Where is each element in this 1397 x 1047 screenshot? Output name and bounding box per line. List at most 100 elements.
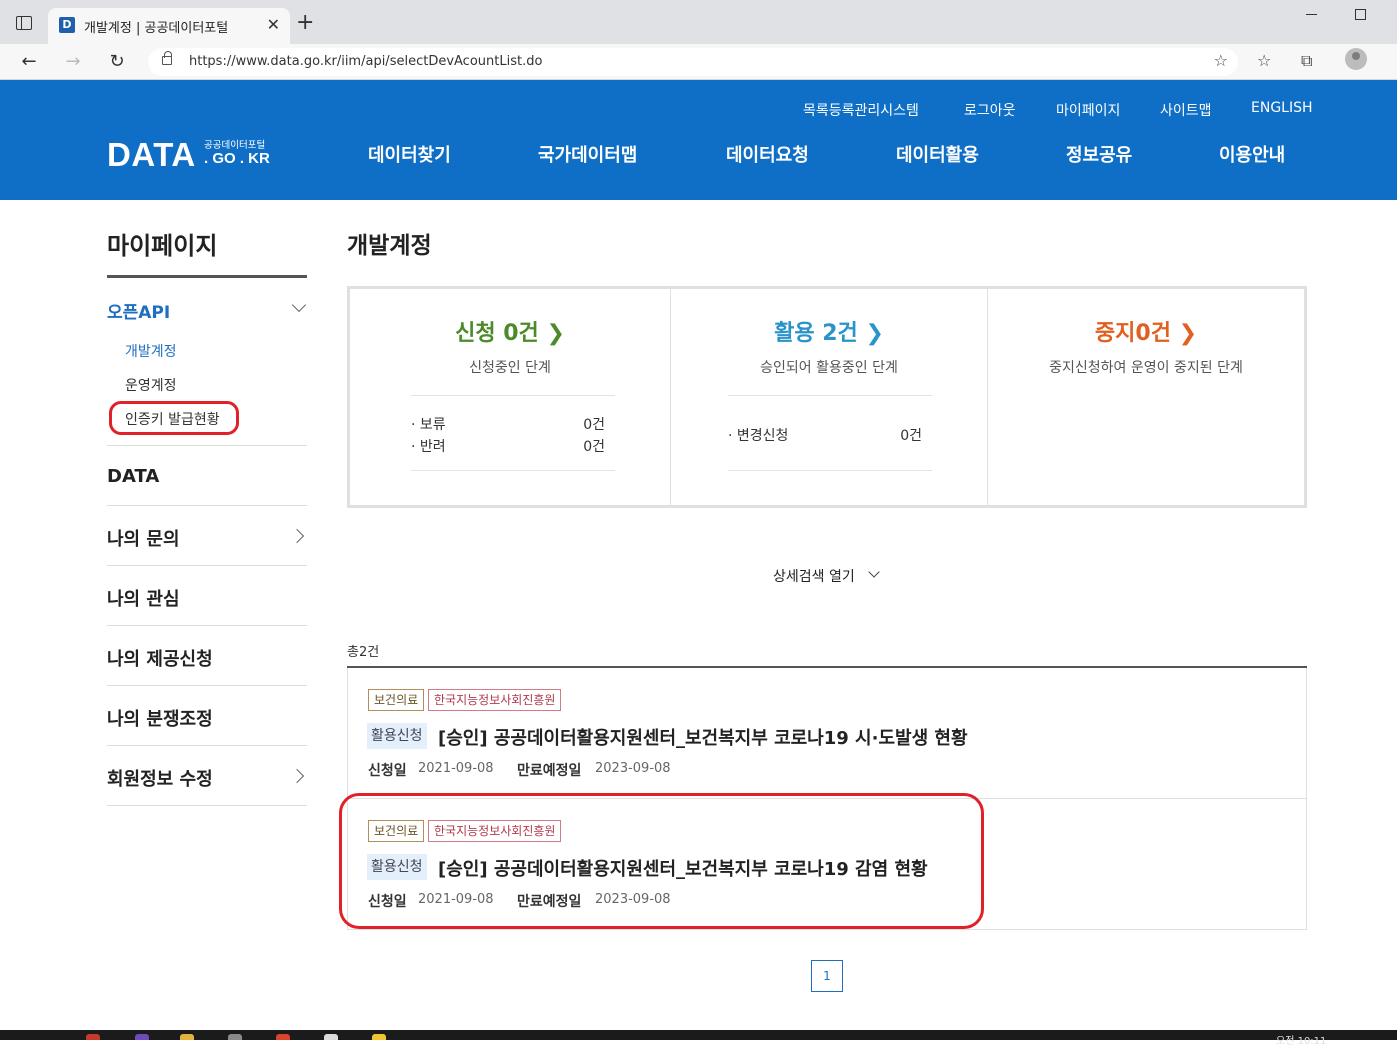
favicon-icon: D bbox=[59, 17, 75, 33]
chevron-right-icon[interactable] bbox=[289, 768, 305, 784]
new-tab-icon[interactable]: + bbox=[296, 10, 314, 36]
expire-date-label: 만료예정일 bbox=[517, 763, 582, 779]
taskbar-app-icon[interactable] bbox=[372, 1034, 386, 1040]
type-badge: 활용신청 bbox=[367, 723, 427, 749]
chevron-down-icon[interactable] bbox=[291, 297, 307, 313]
status-row-value: 0건 bbox=[900, 428, 922, 444]
taskbar-app-icon[interactable] bbox=[324, 1034, 338, 1040]
forward-icon[interactable]: → bbox=[59, 48, 87, 76]
gnb-data-request[interactable]: 데이터요청 bbox=[726, 141, 809, 167]
chevron-down-icon[interactable] bbox=[868, 566, 880, 578]
status-stop: 중지0건 ❯ 중지신청하여 운영이 중지된 단계 bbox=[988, 289, 1304, 505]
sidebar-divider bbox=[107, 565, 307, 566]
status-stop-label: 중지0건 bbox=[1094, 321, 1171, 346]
taskbar-app-icon[interactable] bbox=[180, 1034, 194, 1040]
sidebar-title: 마이페이지 bbox=[107, 232, 218, 260]
status-summary: 신청 0건 ❯ 신청중인 단계 · 보류 0건 · 반려 0건 활용 2건 ❯ … bbox=[347, 286, 1307, 508]
sidebar-divider bbox=[107, 505, 307, 506]
sidebar-divider bbox=[107, 685, 307, 686]
sidebar-title-divider bbox=[107, 275, 307, 278]
status-apply-head[interactable]: 신청 0건 ❯ bbox=[350, 315, 670, 347]
status-row-value: 0건 bbox=[583, 417, 605, 433]
url-text[interactable]: https://www.data.go.kr/iim/api/selectDev… bbox=[189, 54, 542, 69]
sidebar-sub-ops-account[interactable]: 운영계정 bbox=[125, 375, 177, 395]
browser-tab[interactable]: D 개발계정 | 공공데이터포털 ✕ bbox=[48, 8, 290, 44]
window-maximize-icon[interactable] bbox=[1355, 9, 1366, 20]
window-minimize-icon[interactable] bbox=[1306, 14, 1317, 15]
status-use-label: 활용 2건 bbox=[774, 321, 858, 346]
status-row-label: · 반려 bbox=[411, 439, 446, 455]
sidebar-divider bbox=[107, 805, 307, 806]
add-favorite-icon[interactable]: ☆ bbox=[1214, 51, 1228, 70]
browser-tab-strip: D 개발계정 | 공공데이터포털 ✕ + bbox=[0, 0, 1397, 44]
apply-date: 2021-09-08 bbox=[418, 761, 494, 776]
sidebar-item-inquiry[interactable]: 나의 문의 bbox=[107, 525, 180, 551]
tab-actions-icon[interactable] bbox=[16, 16, 32, 30]
gnb-guide[interactable]: 이용안내 bbox=[1219, 141, 1285, 167]
sidebar-divider bbox=[107, 745, 307, 746]
taskbar-app-icon[interactable] bbox=[135, 1034, 149, 1040]
favorites-icon[interactable]: ☆ bbox=[1257, 51, 1271, 70]
status-row-label: · 변경신청 bbox=[728, 428, 789, 444]
page-title: 개발계정 bbox=[347, 233, 432, 259]
sidebar-item-data[interactable]: DATA bbox=[107, 466, 159, 487]
status-apply-list: · 보류 0건 · 반려 0건 bbox=[411, 395, 615, 471]
taskbar-app-icon[interactable] bbox=[276, 1034, 290, 1040]
status-apply-desc: 신청중인 단계 bbox=[469, 360, 551, 376]
sidebar-divider bbox=[107, 625, 307, 626]
gnb-info-share[interactable]: 정보공유 bbox=[1066, 141, 1132, 167]
status-use-head[interactable]: 활용 2건 ❯ bbox=[671, 315, 987, 347]
address-toolbar: ← → ↻ https://www.data.go.kr/iim/api/sel… bbox=[0, 44, 1397, 111]
detail-search-toggle[interactable]: 상세검색 열기 bbox=[773, 566, 855, 586]
highlight-annotation bbox=[339, 793, 984, 929]
chevron-right-icon: ❯ bbox=[865, 321, 884, 346]
taskbar-app-icon[interactable] bbox=[86, 1034, 100, 1040]
util-link-sitemap[interactable]: 사이트맵 bbox=[1160, 100, 1212, 120]
sidebar-item-interest[interactable]: 나의 관심 bbox=[107, 585, 180, 611]
expire-date: 2023-09-08 bbox=[595, 761, 671, 776]
util-link-english[interactable]: ENGLISH bbox=[1251, 100, 1313, 116]
util-link-catalog[interactable]: 목록등록관리시스템 bbox=[803, 100, 919, 120]
site-header: 목록등록관리시스템 로그아웃 마이페이지 사이트맵 ENGLISH DATA 공… bbox=[0, 80, 1397, 200]
sidebar-sub-dev-account[interactable]: 개발계정 bbox=[125, 341, 177, 361]
status-row-value: 0건 bbox=[583, 439, 605, 455]
tab-close-icon[interactable]: ✕ bbox=[267, 15, 280, 35]
logo-domain: . GO . KR bbox=[204, 150, 270, 167]
total-count: 총2건 bbox=[347, 645, 380, 660]
chevron-right-icon[interactable] bbox=[289, 528, 305, 544]
sidebar-item-member-edit[interactable]: 회원정보 수정 bbox=[107, 765, 213, 791]
item-title[interactable]: [승인] 공공데이터활용지원센터_보건복지부 코로나19 시·도발생 현황 bbox=[438, 724, 968, 750]
sidebar-item-provide-request[interactable]: 나의 제공신청 bbox=[107, 645, 213, 671]
sidebar-item-open-api[interactable]: 오픈API bbox=[107, 298, 170, 323]
util-link-mypage[interactable]: 마이페이지 bbox=[1056, 100, 1120, 120]
chevron-right-icon: ❯ bbox=[546, 321, 565, 346]
pagination-page[interactable]: 1 bbox=[811, 960, 843, 992]
os-taskbar bbox=[0, 1030, 1397, 1040]
status-row-label: · 보류 bbox=[411, 417, 446, 433]
gnb-data-map[interactable]: 국가데이터맵 bbox=[538, 141, 637, 167]
chevron-right-icon: ❯ bbox=[1178, 321, 1198, 346]
status-stop-head[interactable]: 중지0건 ❯ bbox=[988, 315, 1304, 347]
collections-icon[interactable]: ⧉ bbox=[1301, 51, 1312, 71]
tab-title: 개발계정 | 공공데이터포털 bbox=[84, 21, 229, 36]
back-icon[interactable]: ← bbox=[15, 48, 43, 76]
highlight-annotation bbox=[109, 401, 239, 435]
lock-icon[interactable] bbox=[162, 51, 172, 65]
logo[interactable]: DATA bbox=[107, 136, 196, 174]
status-stop-desc: 중지신청하여 운영이 중지된 단계 bbox=[1049, 360, 1243, 376]
profile-icon[interactable] bbox=[1345, 48, 1367, 70]
logo-subtitle: 공공데이터포털 bbox=[204, 140, 266, 151]
status-apply: 신청 0건 ❯ 신청중인 단계 · 보류 0건 · 반려 0건 bbox=[350, 289, 670, 505]
taskbar-app-icon[interactable] bbox=[228, 1034, 242, 1040]
status-use: 활용 2건 ❯ 승인되어 활용중인 단계 · 변경신청 0건 bbox=[671, 289, 987, 505]
status-use-desc: 승인되어 활용중인 단계 bbox=[760, 360, 898, 376]
gnb-find-data[interactable]: 데이터찾기 bbox=[368, 141, 451, 167]
sidebar-item-dispute[interactable]: 나의 분쟁조정 bbox=[107, 705, 213, 731]
status-use-list: · 변경신청 0건 bbox=[728, 395, 932, 471]
util-link-logout[interactable]: 로그아웃 bbox=[964, 100, 1016, 120]
refresh-icon[interactable]: ↻ bbox=[103, 48, 131, 76]
sidebar-divider bbox=[107, 445, 307, 446]
org-tag: 한국지능정보사회진흥원 bbox=[428, 689, 562, 711]
address-bar[interactable]: https://www.data.go.kr/iim/api/selectDev… bbox=[148, 48, 1238, 76]
gnb-data-use[interactable]: 데이터활용 bbox=[896, 141, 979, 167]
